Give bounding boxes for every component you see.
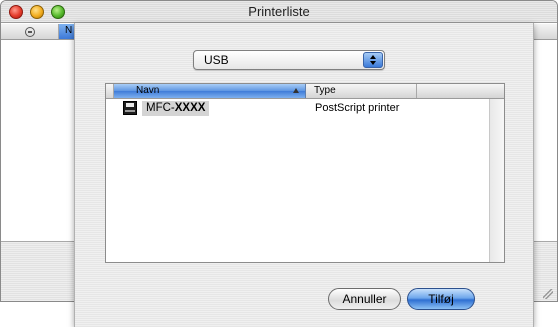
name-column-header-selected[interactable]: Navn [114,84,306,98]
window-title: Printerliste [248,4,310,19]
printer-table: Navn Type MFC-XXXX PostScript printer [105,83,505,263]
connection-type-popup[interactable]: USB [193,50,385,70]
table-header: Navn Type [106,84,504,99]
resize-handle-icon[interactable] [543,289,553,299]
type-column-label: Type [314,85,336,96]
name-column-label: Navn [136,85,160,96]
popup-arrows-icon [363,52,383,68]
type-column-header[interactable]: Type [307,84,417,98]
title-bar[interactable]: Printerliste [1,1,557,23]
sort-ascending-icon [293,88,299,93]
printer-type: PostScript printer [315,102,400,114]
printer-name-prefix: MFC- [146,102,175,114]
printer-icon [123,101,137,115]
printer-name: MFC-XXXX [142,101,210,116]
name-column-label: N [65,25,73,36]
status-icon [24,27,35,37]
status-column-header[interactable] [1,24,59,39]
add-button[interactable]: Tilføj [407,288,475,310]
add-printer-sheet: USB Navn Type MFC-XXXX PostScript printe… [74,23,534,327]
icon-column-header [106,84,114,98]
printer-name-suffix: XXXX [174,102,206,114]
cancel-button[interactable]: Annuller [328,288,401,310]
vertical-scrollbar[interactable] [489,99,504,262]
table-row[interactable]: MFC-XXXX PostScript printer [106,101,504,117]
connection-type-value: USB [204,53,229,67]
